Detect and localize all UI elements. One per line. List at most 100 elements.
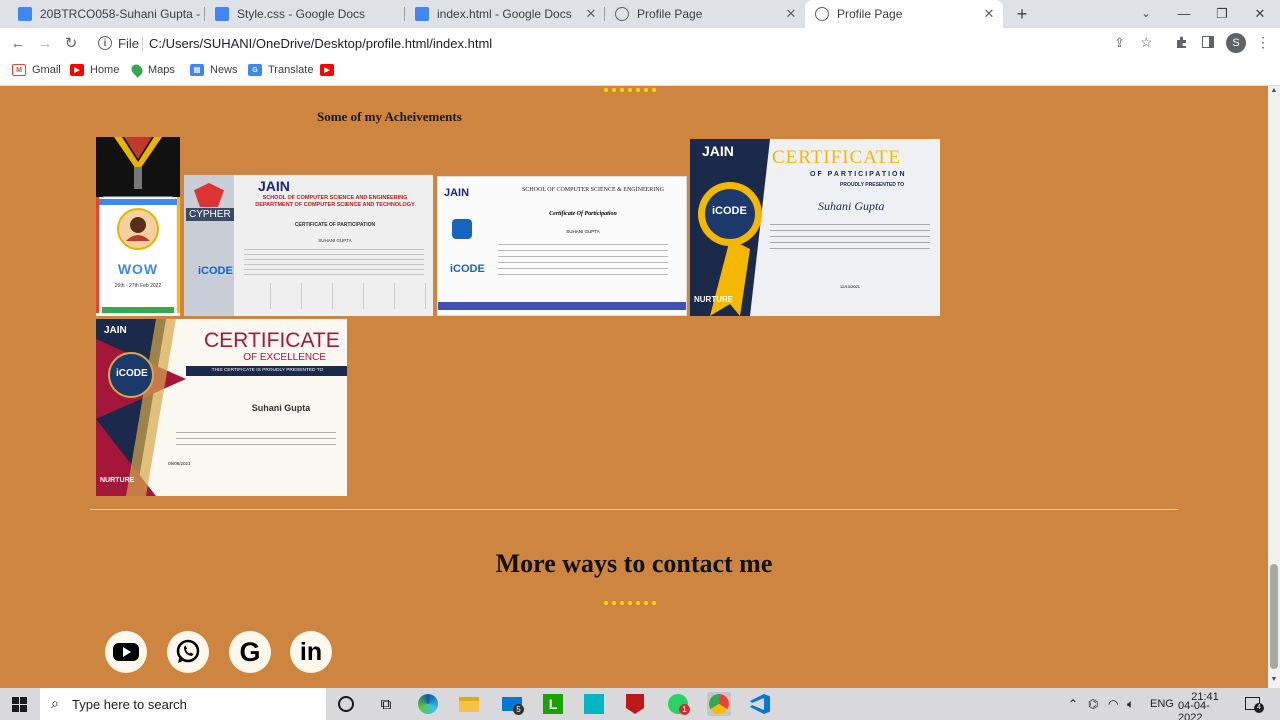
bookmark-maps[interactable]: Maps [129, 62, 175, 78]
taskbar-search-box[interactable]: ⌕ Type here to search [40, 688, 326, 720]
side-panel-icon[interactable] [1202, 36, 1214, 48]
bookmark-gmail[interactable]: M Gmail [12, 64, 61, 76]
scroll-down-arrow[interactable]: ▼ [1270, 676, 1278, 683]
vscode-icon[interactable] [748, 692, 772, 716]
cert-date: 12/10/2021 [840, 284, 861, 289]
accent-dots [604, 601, 656, 605]
browser-toolbar: ← → ↻ i File C:/Users/SUHANI/OneDrive/De… [0, 28, 1280, 60]
tab-title: index.html - Google Docs [437, 7, 572, 21]
scroll-up-arrow[interactable]: ▲ [1270, 87, 1278, 94]
google-docs-icon [415, 7, 429, 21]
cert-org: JAIN [444, 187, 470, 199]
network-icon[interactable]: ⌬ [1088, 688, 1098, 720]
cert-org: JAIN [702, 143, 734, 159]
gmail-icon: M [12, 64, 26, 76]
maps-icon [129, 62, 145, 78]
cert-logo: iCODE [450, 263, 485, 275]
menu-kebab-icon[interactable]: ⋮ [1256, 34, 1270, 51]
cert-logo: iCODE [198, 265, 233, 277]
browser-tab-5-active[interactable]: Profile Page ✕ [805, 0, 1003, 28]
back-button[interactable]: ← [7, 33, 29, 55]
file-explorer-icon[interactable] [457, 692, 481, 716]
close-tab-icon[interactable]: ✕ [583, 6, 599, 22]
bookmark-label: Gmail [32, 64, 61, 76]
tab-strip: 20BTRCO058-Suhani Gupta - Go Style.css -… [0, 0, 1280, 28]
task-view-icon[interactable]: ⧉ [374, 692, 398, 716]
google-link[interactable]: G [229, 631, 271, 673]
mail-badge: 5 [513, 704, 524, 715]
url-text[interactable]: C:/Users/SUHANI/OneDrive/Desktop/profile… [149, 36, 492, 51]
close-tab-icon[interactable]: ✕ [981, 6, 997, 22]
close-tab-icon[interactable]: ✕ [783, 6, 799, 22]
scheme-label: File [118, 36, 139, 51]
browser-tab-2[interactable]: Style.css - Google Docs [205, 0, 405, 28]
bookmark-label: Maps [148, 64, 175, 76]
tab-title: Profile Page [837, 7, 903, 21]
page-scrollbar[interactable]: ▲ ▼ [1268, 86, 1280, 688]
search-placeholder: Type here to search [72, 696, 187, 712]
minimize-button[interactable]: — [1165, 0, 1203, 28]
cert-logo: iCODE [116, 368, 148, 379]
whatsapp-link[interactable] [167, 631, 209, 673]
bookmark-news[interactable]: ▤ News [190, 64, 238, 76]
notification-center-icon[interactable]: 4 [1245, 697, 1264, 713]
info-icon[interactable]: i [98, 36, 112, 50]
bookmark-star-icon[interactable]: ☆ [1140, 34, 1153, 51]
bookmark-home[interactable]: ▶ Home [70, 64, 119, 76]
section-divider [90, 509, 1178, 510]
forward-button[interactable]: → [34, 33, 56, 55]
bookmark-translate[interactable]: G Translate [248, 64, 313, 76]
wifi-icon[interactable]: ◠ [1108, 688, 1118, 720]
profile-avatar[interactable]: S [1226, 33, 1246, 53]
tray-overflow-icon[interactable]: ⌃ [1068, 688, 1078, 720]
globe-icon [815, 7, 829, 21]
windows-start-icon[interactable] [12, 697, 27, 712]
youtube-link[interactable] [105, 631, 147, 673]
extensions-icon[interactable] [1175, 35, 1189, 49]
youtube-icon [113, 643, 139, 661]
scrollbar-thumb[interactable] [1270, 564, 1278, 669]
new-tab-button[interactable]: + [1012, 3, 1032, 25]
maximize-button[interactable]: ❐ [1203, 0, 1241, 28]
teal-app-icon[interactable] [582, 692, 606, 716]
mcafee-icon[interactable] [623, 692, 647, 716]
cert-recipient: Suhani Gupta [818, 199, 885, 213]
bookmark-youtube[interactable]: ▶ [320, 64, 340, 76]
libreoffice-icon[interactable]: L [541, 692, 565, 716]
mail-icon[interactable]: 5 [500, 692, 524, 716]
close-window-button[interactable]: ✕ [1241, 0, 1279, 28]
notification-count: 4 [1254, 703, 1264, 713]
cert-sub: OF PARTICIPATION [810, 171, 907, 178]
linkedin-link[interactable]: in [290, 631, 332, 673]
share-icon[interactable]: ⇪ [1114, 35, 1125, 51]
tab-search-icon[interactable]: ⌄ [1127, 0, 1165, 28]
contact-heading: More ways to contact me [495, 549, 773, 578]
cert-heading: CERTIFICATE [204, 329, 340, 352]
cert-subdept: DEPARTMENT OF COMPUTER SCIENCE AND TECHN… [255, 202, 415, 208]
cortana-icon[interactable] [334, 692, 358, 716]
language-indicator[interactable]: ENG [1150, 688, 1174, 720]
bookmarks-bar: M Gmail ▶ Home Maps ▤ News G Translate ▶ [0, 60, 1280, 86]
whatsapp-badge: 1 [679, 704, 690, 715]
address-bar[interactable]: i File C:/Users/SUHANI/OneDrive/Desktop/… [90, 31, 1170, 57]
browser-tab-4[interactable]: Profile Page ✕ [605, 0, 805, 28]
cert-footer: NURTURE [100, 477, 135, 484]
browser-tab-3[interactable]: index.html - Google Docs ✕ [405, 0, 605, 28]
windows-taskbar: ⌕ Type here to search ⧉ 5 L 1 ⌃ ⌬ ◠ 🔈︎ E… [0, 688, 1280, 720]
browser-tab-1[interactable]: 20BTRCO058-Suhani Gupta - Go [8, 0, 205, 28]
badge-date: 26th - 27th Feb 2022 [114, 283, 162, 289]
volume-icon[interactable]: 🔈︎ [1127, 688, 1134, 720]
certificate-image-excellence: JAIN iCODE CERTIFICATE OF EXCELLENCE THI… [96, 319, 347, 496]
cert-recipient: Suhani Gupta [251, 403, 311, 413]
cert-sub: OF EXCELLENCE [243, 352, 326, 363]
tab-title: Style.css - Google Docs [237, 7, 366, 21]
translate-icon: G [248, 64, 262, 76]
edge-icon[interactable] [416, 692, 440, 716]
reload-button[interactable]: ↻ [60, 33, 82, 55]
globe-icon [615, 7, 629, 21]
cert-footer: NURTURE [694, 295, 734, 304]
chrome-icon[interactable] [707, 692, 731, 716]
whatsapp-app-icon[interactable]: 1 [666, 692, 690, 716]
youtube-icon: ▶ [70, 64, 84, 76]
clock-date[interactable]: 04-04-2022 [1178, 696, 1234, 720]
